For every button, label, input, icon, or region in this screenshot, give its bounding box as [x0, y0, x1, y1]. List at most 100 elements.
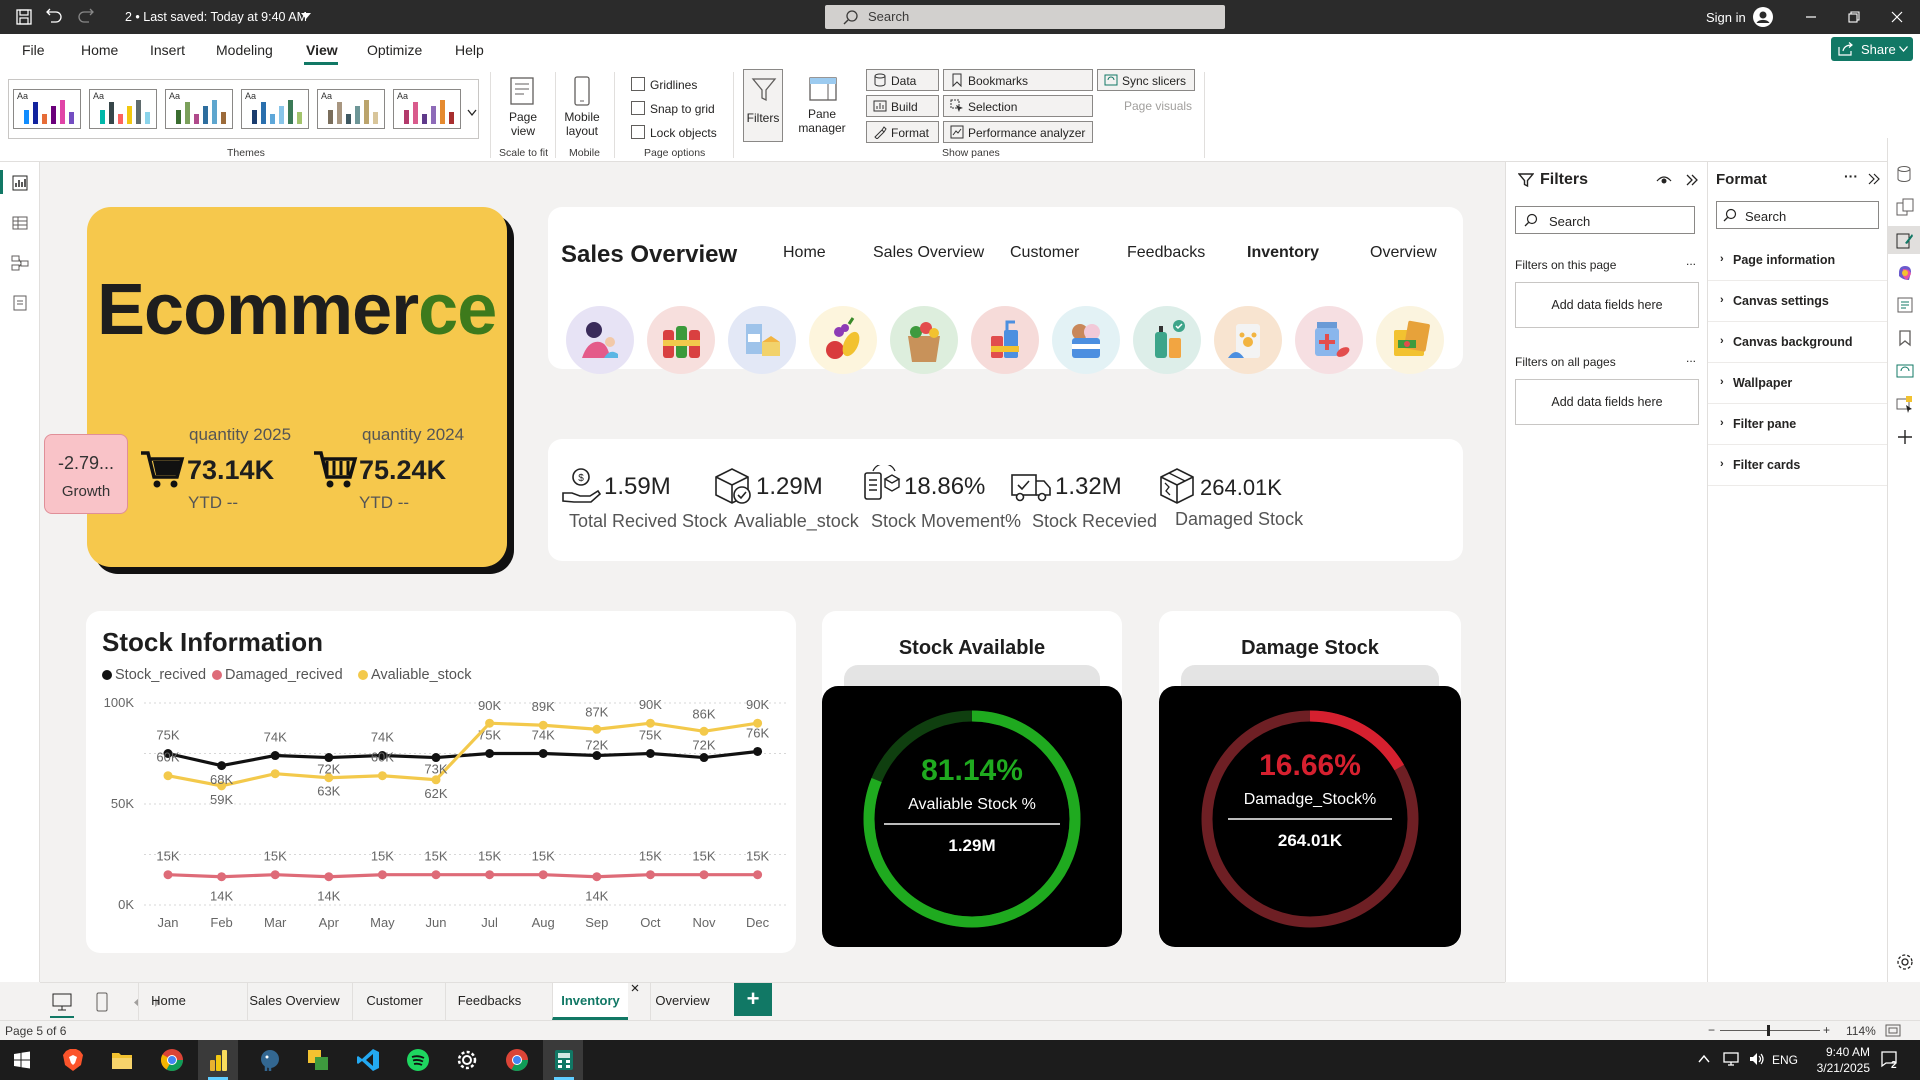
- visibility-eye-icon[interactable]: [1656, 172, 1672, 188]
- nav-link-overview[interactable]: Overview: [1370, 244, 1437, 262]
- category-grocery-icon[interactable]: [890, 306, 958, 374]
- bookmarks-pane-button[interactable]: Bookmarks: [943, 69, 1093, 91]
- menu-insert[interactable]: Insert: [150, 42, 185, 58]
- page-tab-customer[interactable]: Customer: [352, 983, 436, 1020]
- theme-thumbnail[interactable]: Aa: [13, 89, 81, 129]
- sign-in-link[interactable]: Sign in: [1706, 10, 1746, 25]
- page-tab-sales-overview[interactable]: Sales Overview: [247, 983, 341, 1020]
- spotify-icon[interactable]: [406, 1048, 430, 1072]
- snap-to-grid-checkbox[interactable]: [631, 101, 645, 115]
- pane-manager-icon[interactable]: [808, 76, 838, 102]
- gridlines-checkbox[interactable]: [631, 77, 645, 91]
- calculator-app-icon[interactable]: [552, 1048, 576, 1072]
- close-tab-icon[interactable]: [631, 984, 639, 992]
- format-section-filter-pane[interactable]: › Filter pane: [1708, 404, 1888, 445]
- more-options-icon[interactable]: ...: [1686, 351, 1696, 365]
- lock-objects-checkbox[interactable]: [631, 125, 645, 139]
- build-visual-icon[interactable]: [1896, 198, 1914, 216]
- volume-icon[interactable]: [1748, 1051, 1766, 1067]
- data-pane-icon[interactable]: [1896, 165, 1912, 183]
- power-bi-icon[interactable]: [208, 1048, 228, 1072]
- mobile-layout-icon[interactable]: [571, 75, 593, 107]
- nav-link-home[interactable]: Home: [783, 244, 826, 262]
- zoom-slider-track[interactable]: [1720, 1030, 1820, 1031]
- nav-link-feedbacks[interactable]: Feedbacks: [1127, 244, 1205, 262]
- category-baby-icon[interactable]: [566, 306, 634, 374]
- minimize-icon[interactable]: [1800, 6, 1822, 28]
- report-view-icon[interactable]: [11, 174, 29, 192]
- brave-browser-icon[interactable]: [62, 1048, 84, 1072]
- theme-thumbnail[interactable]: Aa: [89, 89, 157, 129]
- vscode-icon[interactable]: [356, 1048, 380, 1072]
- page-filters-dropzone[interactable]: Add data fields here: [1515, 282, 1699, 328]
- page-view-icon[interactable]: [508, 76, 536, 106]
- category-pharmacy-icon[interactable]: [1295, 306, 1363, 374]
- settings-gear-icon[interactable]: [1896, 953, 1914, 971]
- restore-icon[interactable]: [1843, 6, 1865, 28]
- pane-manager-label[interactable]: Pane manager: [792, 107, 852, 135]
- nav-link-sales-overview[interactable]: Sales Overview: [873, 244, 984, 262]
- add-pane-icon[interactable]: [1896, 428, 1914, 446]
- page-tab-inventory[interactable]: Inventory: [552, 983, 628, 1020]
- sync-slicers-button[interactable]: Sync slicers: [1097, 69, 1195, 91]
- category-dairy-icon[interactable]: [728, 306, 796, 374]
- format-pane-button[interactable]: Format: [866, 121, 939, 143]
- theme-thumbnail[interactable]: Aa: [317, 89, 385, 129]
- mobile-view-icon[interactable]: [96, 992, 108, 1012]
- search-input[interactable]: Search: [825, 5, 1225, 29]
- chrome-icon[interactable]: [160, 1048, 184, 1072]
- zoom-slider-thumb[interactable]: [1767, 1025, 1770, 1036]
- collapse-pane-icon[interactable]: [1868, 173, 1880, 185]
- filters-search-input[interactable]: Search: [1515, 206, 1695, 234]
- category-household-icon[interactable]: [971, 306, 1039, 374]
- ecommerce-kpi-card[interactable]: Ecommerce -2.79... Growth quantity 2025 …: [44, 207, 507, 567]
- category-pet-care-icon[interactable]: [1214, 306, 1282, 374]
- close-icon[interactable]: [1886, 6, 1908, 28]
- selection-pane-icon[interactable]: [1896, 395, 1914, 413]
- page-view-label[interactable]: Page view: [503, 110, 543, 138]
- all-pages-filters-dropzone[interactable]: Add data fields here: [1515, 379, 1699, 425]
- growth-badge[interactable]: -2.79... Growth: [44, 434, 128, 514]
- format-visual-icon[interactable]: [1896, 231, 1914, 249]
- table-view-icon[interactable]: [11, 214, 29, 232]
- performance-analyzer-button[interactable]: Performance analyzer: [943, 121, 1093, 143]
- zoom-in-icon[interactable]: +: [1823, 1023, 1830, 1037]
- selection-pane-button[interactable]: Selection: [943, 95, 1093, 117]
- undo-icon[interactable]: [45, 8, 63, 26]
- more-options-icon[interactable]: ...: [1686, 254, 1696, 268]
- clock-date[interactable]: 3/21/2025: [1804, 1061, 1870, 1075]
- chrome-profile-icon[interactable]: [505, 1048, 529, 1072]
- file-explorer-icon[interactable]: [111, 1050, 133, 1070]
- category-snacks-icon[interactable]: [1376, 306, 1444, 374]
- menu-help[interactable]: Help: [455, 42, 484, 58]
- category-personal-care-icon[interactable]: [1133, 306, 1201, 374]
- filters-button[interactable]: Filters: [743, 69, 783, 142]
- format-search-input[interactable]: Search: [1716, 201, 1879, 229]
- windows-start-icon[interactable]: [13, 1051, 31, 1069]
- menu-optimize[interactable]: Optimize: [367, 42, 422, 58]
- save-status[interactable]: 2 • Last saved: Today at 9:40 AM: [125, 10, 307, 24]
- page-tab-overview[interactable]: Overview: [650, 983, 714, 1020]
- zoom-level[interactable]: 114%: [1846, 1024, 1876, 1038]
- menu-view[interactable]: View: [306, 42, 338, 58]
- model-view-icon[interactable]: [11, 254, 29, 272]
- damage-stock-card[interactable]: Damage Stock 16.66% Damadge_Stock% 264.0…: [1159, 611, 1461, 947]
- chevron-down-icon[interactable]: [467, 109, 477, 117]
- menu-modeling[interactable]: Modeling: [216, 42, 273, 58]
- format-section-canvas-background[interactable]: › Canvas background: [1708, 322, 1888, 363]
- menu-file[interactable]: File: [22, 42, 45, 58]
- mobile-layout-label[interactable]: Mobile layout: [560, 110, 604, 138]
- nav-link-inventory[interactable]: Inventory: [1247, 244, 1319, 262]
- chevron-down-icon[interactable]: [301, 13, 311, 20]
- dax-query-icon[interactable]: [11, 294, 29, 312]
- redo-icon[interactable]: [77, 8, 95, 26]
- page-tab-feedbacks[interactable]: Feedbacks: [445, 983, 533, 1020]
- save-icon[interactable]: [15, 8, 33, 26]
- collapse-pane-icon[interactable]: [1685, 173, 1699, 187]
- category-icecream-icon[interactable]: [1052, 306, 1120, 374]
- format-section-canvas-settings[interactable]: › Canvas settings: [1708, 281, 1888, 322]
- zoom-out-icon[interactable]: −: [1708, 1023, 1715, 1037]
- page-tab-home[interactable]: Home: [138, 983, 198, 1020]
- category-beverages-icon[interactable]: [647, 306, 715, 374]
- desktop-view-icon[interactable]: [52, 993, 72, 1011]
